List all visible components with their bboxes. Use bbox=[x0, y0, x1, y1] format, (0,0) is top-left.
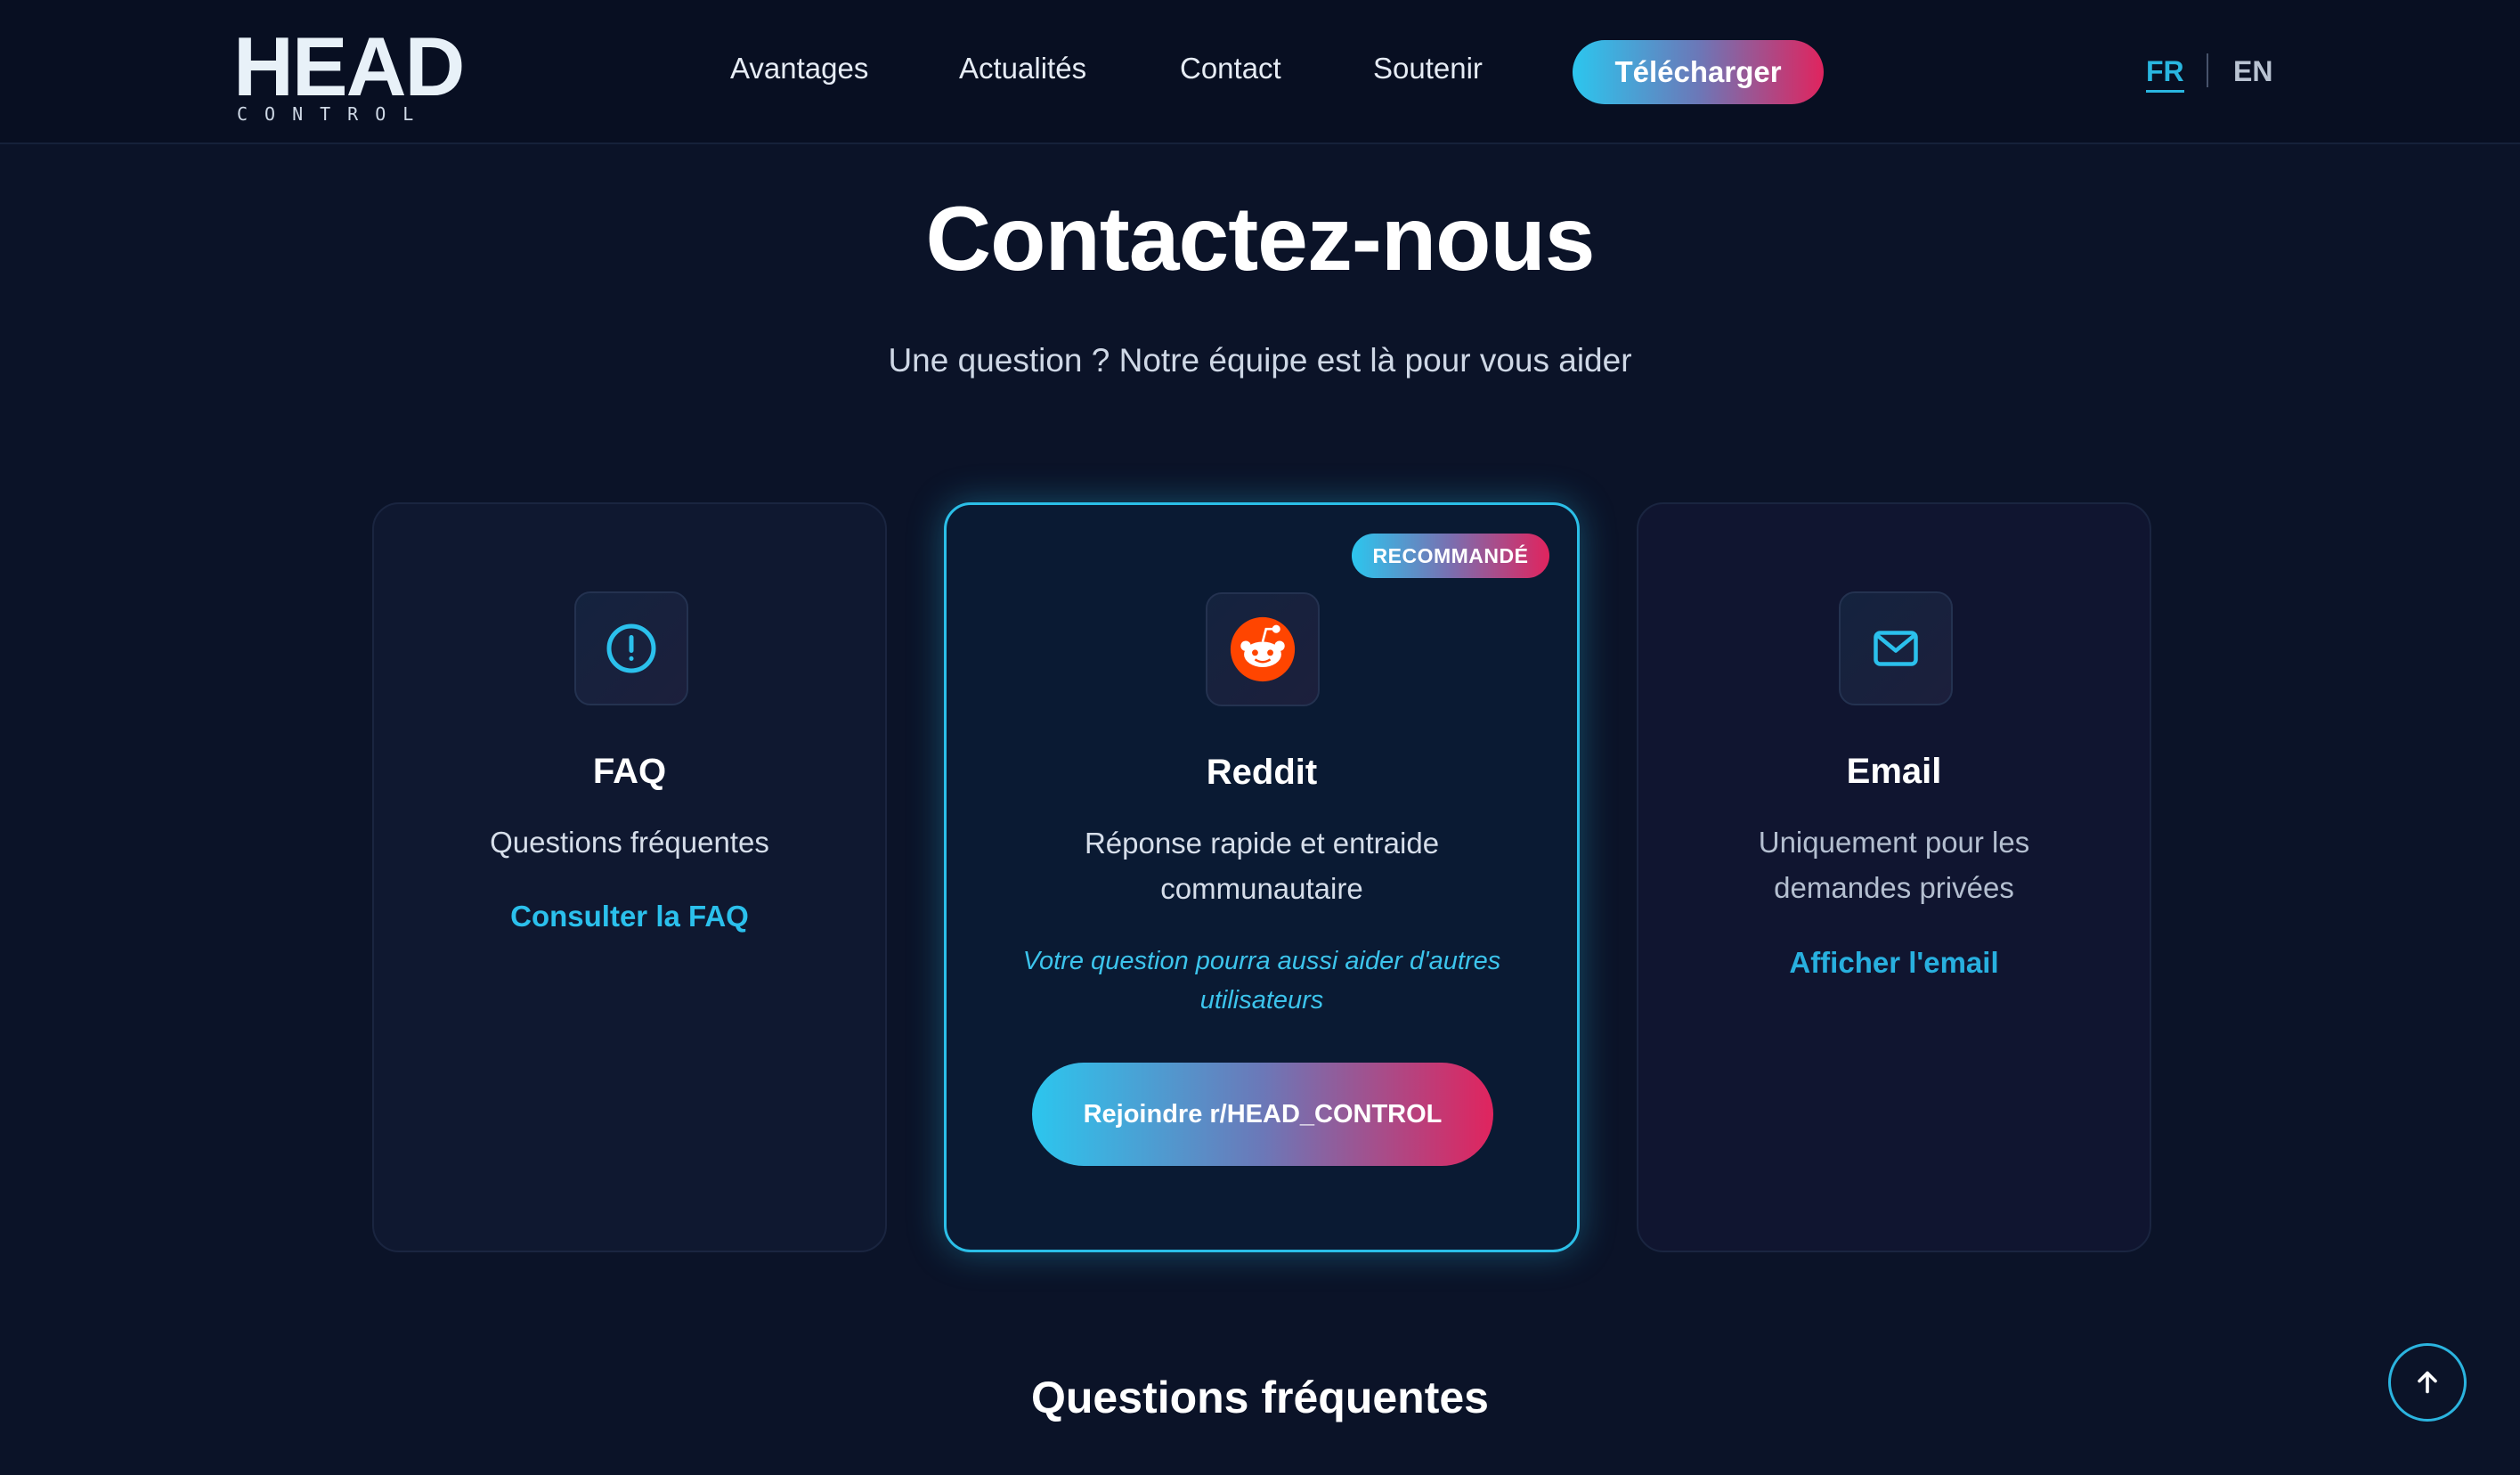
logo-subtitle: CONTROL bbox=[237, 103, 431, 125]
logo-wordmark: HEAD bbox=[233, 20, 465, 113]
nav-item-contact[interactable]: Contact bbox=[1180, 52, 1281, 86]
reddit-card: RECOMMANDÉ Reddit Réponse rapide et entr… bbox=[944, 502, 1580, 1252]
scroll-to-top-button[interactable] bbox=[2388, 1343, 2467, 1422]
download-button[interactable]: Télécharger bbox=[1573, 40, 1824, 104]
recommended-badge: RECOMMANDÉ bbox=[1352, 534, 1549, 578]
reddit-card-description: Réponse rapide et entraide communautaire bbox=[1084, 827, 1440, 905]
page-subtitle: Une question ? Notre équipe est là pour … bbox=[888, 342, 1632, 379]
faq-card-description: Questions fréquentes bbox=[490, 826, 769, 859]
nav-item-avantages[interactable]: Avantages bbox=[730, 52, 868, 86]
show-email-link[interactable]: Afficher l'email bbox=[1638, 946, 2150, 980]
faq-card-title: FAQ bbox=[592, 752, 667, 791]
faq-section-title: Questions fréquentes bbox=[1031, 1373, 1489, 1422]
page-title: Contactez-nous bbox=[925, 188, 1596, 289]
faq-icon-box bbox=[574, 591, 688, 705]
site-header: HEAD CONTROL Avantages Actualités Contac… bbox=[0, 0, 2520, 144]
page: HEAD CONTROL Avantages Actualités Contac… bbox=[0, 0, 2520, 1475]
language-en-link[interactable]: EN bbox=[2233, 55, 2272, 88]
reddit-card-title: Reddit bbox=[1206, 753, 1318, 792]
email-icon-box bbox=[1839, 591, 1953, 705]
language-divider bbox=[2207, 53, 2208, 87]
nav-item-soutenir[interactable]: Soutenir bbox=[1373, 52, 1483, 86]
email-card: Email Uniquement pour les demandes privé… bbox=[1637, 502, 2151, 1252]
faq-link[interactable]: Consulter la FAQ bbox=[374, 900, 885, 933]
email-card-description: Uniquement pour les demandes privées bbox=[1758, 826, 2030, 904]
arrow-up-icon bbox=[2418, 1371, 2437, 1394]
faq-card: FAQ Questions fréquentes Consulter la FA… bbox=[372, 502, 887, 1252]
nav-item-actualites[interactable]: Actualités bbox=[959, 52, 1086, 86]
logo[interactable]: HEAD CONTROL bbox=[233, 25, 465, 126]
email-card-title: Email bbox=[1846, 752, 1942, 791]
language-fr-link[interactable]: FR bbox=[2146, 55, 2184, 93]
reddit-card-note: Votre question pourra aussi aider d'autr… bbox=[1022, 947, 1501, 1015]
join-reddit-button[interactable]: Rejoindre r/HEAD_CONTROL bbox=[1032, 1063, 1493, 1166]
reddit-icon-box bbox=[1206, 592, 1320, 706]
reddit-icon bbox=[1230, 616, 1296, 682]
mail-icon bbox=[1874, 631, 1918, 666]
alert-circle-icon bbox=[606, 623, 656, 673]
